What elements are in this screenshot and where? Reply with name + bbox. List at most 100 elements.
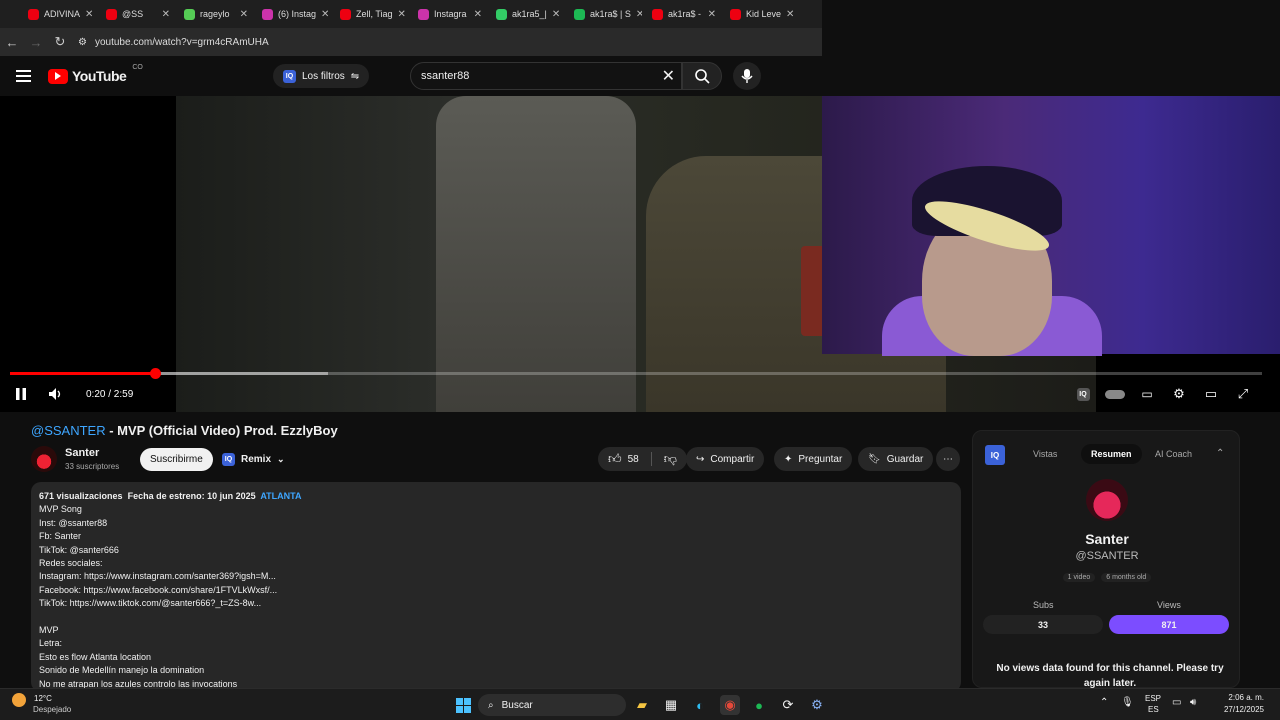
browser-tab[interactable]: ADIVINA ✕ bbox=[24, 3, 96, 25]
weather-icon bbox=[12, 693, 26, 707]
hashtag-link[interactable]: ATLANTA bbox=[260, 491, 301, 501]
forward-icon[interactable]: → bbox=[24, 35, 48, 50]
tab-title: ak1ra$ | S bbox=[590, 9, 631, 19]
browser-tab[interactable]: (6) Instag ✕ bbox=[258, 3, 330, 25]
time-display: 0:20 / 2:59 bbox=[86, 388, 134, 400]
clear-search-icon[interactable]: ✕ bbox=[662, 66, 675, 86]
microphone-icon bbox=[741, 69, 753, 83]
like-button[interactable]: 👍︎ 58 bbox=[608, 451, 639, 467]
youtube-header: YouTube CO IQ Los filtros ⇋ ssanter88 ✕ bbox=[0, 56, 822, 96]
chrome-icon[interactable]: ◉ bbox=[720, 695, 740, 715]
iq-player-button[interactable]: IQ bbox=[1074, 382, 1092, 406]
close-tab-icon[interactable]: ✕ bbox=[786, 9, 794, 20]
start-button[interactable] bbox=[453, 695, 473, 715]
site-info-icon[interactable]: ⚙ bbox=[78, 37, 87, 48]
iq-extension-icon: IQ bbox=[283, 69, 296, 83]
subtitles-button[interactable]: ▭ bbox=[1138, 382, 1156, 406]
more-icon: ⋯ bbox=[943, 453, 953, 465]
store-icon[interactable]: ▦ bbox=[661, 695, 681, 715]
fullscreen-button[interactable]: ⤢ bbox=[1234, 382, 1252, 406]
microphone-icon[interactable]: 🎙︎ bbox=[1121, 697, 1134, 708]
description-line: MVP bbox=[39, 625, 59, 636]
more-actions-button[interactable]: ⋯ bbox=[936, 447, 960, 471]
description-box[interactable]: 671 visualizaciones Fecha de estreno: 10… bbox=[31, 482, 961, 692]
save-button[interactable]: 🔖︎ Guardar bbox=[858, 447, 934, 471]
search-button[interactable] bbox=[682, 62, 722, 90]
autoplay-toggle[interactable] bbox=[1104, 382, 1126, 406]
settings-button[interactable]: ⚙ bbox=[1170, 382, 1188, 406]
search-input[interactable]: ssanter88 ✕ bbox=[410, 62, 682, 90]
tab-favicon-icon bbox=[418, 8, 429, 20]
network-icon[interactable]: ▭ bbox=[1172, 697, 1181, 708]
browser-tab[interactable]: Kid Leve ✕ bbox=[726, 3, 798, 25]
share-button[interactable]: ↪ Compartir bbox=[686, 447, 765, 471]
iq-icon: IQ bbox=[222, 453, 235, 466]
player-controls: 0:20 / 2:59 IQ ▭ ⚙ ▭ ⤢ bbox=[0, 382, 1280, 406]
language-code[interactable]: ESP bbox=[1145, 694, 1161, 703]
spotify-icon[interactable]: ● bbox=[749, 695, 769, 715]
tab-vistas[interactable]: Vistas bbox=[1023, 444, 1067, 464]
close-tab-icon[interactable]: ✕ bbox=[398, 9, 406, 20]
channel-name[interactable]: Santer bbox=[65, 447, 99, 459]
thumbs-down-icon[interactable]: 👎︎ bbox=[664, 451, 677, 467]
taskbar-search[interactable]: ⌕ Buscar bbox=[478, 694, 626, 716]
voice-search-button[interactable] bbox=[733, 62, 761, 90]
like-dislike-group: 👍︎ 58 👎︎ bbox=[598, 447, 687, 471]
pause-icon bbox=[16, 388, 26, 400]
search-icon bbox=[695, 69, 710, 84]
browser-tab[interactable]: ak1ra$ | S ✕ bbox=[570, 3, 642, 25]
edge-icon[interactable]: ◐ bbox=[690, 695, 710, 715]
tab-resumen[interactable]: Resumen bbox=[1081, 444, 1142, 464]
browser-tab[interactable]: ak1ra5_| ✕ bbox=[492, 3, 564, 25]
tab-ai-coach[interactable]: AI Coach bbox=[1145, 444, 1202, 464]
close-tab-icon[interactable]: ✕ bbox=[474, 9, 482, 20]
app-icon[interactable]: ⟳ bbox=[778, 695, 798, 715]
browser-tab[interactable]: rageylo ✕ bbox=[180, 3, 252, 25]
views-label: Views bbox=[1157, 600, 1181, 610]
keyboard-layout[interactable]: ES bbox=[1148, 705, 1159, 714]
file-explorer-icon[interactable]: ▰ bbox=[632, 695, 652, 715]
browser-tab[interactable]: @SS ✕ bbox=[102, 3, 174, 25]
subs-value: 33 bbox=[983, 615, 1103, 634]
clock-time[interactable]: 2:06 a. m. bbox=[1214, 693, 1264, 702]
remix-button[interactable]: IQ Remix ⌄ bbox=[222, 448, 285, 471]
close-tab-icon[interactable]: ✕ bbox=[552, 9, 560, 20]
close-tab-icon[interactable]: ✕ bbox=[708, 9, 716, 20]
description-line: Facebook: https://www.facebook.com/share… bbox=[39, 584, 278, 595]
browser-tab[interactable]: Zell, Tiag ✕ bbox=[336, 3, 408, 25]
progress-bar[interactable] bbox=[10, 368, 1262, 379]
collapse-icon[interactable]: ⌃ bbox=[1216, 448, 1224, 459]
video-player[interactable] bbox=[0, 96, 1280, 412]
subscribe-button[interactable]: Suscribirme bbox=[140, 448, 213, 471]
settings-app-icon[interactable]: ⚙ bbox=[807, 695, 827, 715]
chevron-up-icon[interactable]: ⌃ bbox=[1100, 697, 1108, 708]
close-tab-icon[interactable]: ✕ bbox=[162, 9, 170, 20]
address-bar[interactable]: ⚙ youtube.com/watch?v=grm4cRAmUHA bbox=[78, 31, 798, 53]
youtube-logo[interactable]: YouTube CO bbox=[48, 64, 143, 84]
country-code: CO bbox=[132, 64, 143, 71]
volume-icon[interactable]: 🔊︎ bbox=[1190, 697, 1196, 708]
menu-icon[interactable] bbox=[16, 70, 31, 82]
browser-tab[interactable]: Instagra ✕ bbox=[414, 3, 486, 25]
clock-date[interactable]: 27/12/2025 bbox=[1206, 705, 1264, 714]
filters-button[interactable]: IQ Los filtros ⇋ bbox=[273, 64, 370, 88]
reload-icon[interactable]: ↻ bbox=[48, 34, 72, 50]
close-tab-icon[interactable]: ✕ bbox=[321, 9, 329, 20]
channel-avatar[interactable] bbox=[31, 446, 57, 472]
volume-button[interactable] bbox=[44, 382, 66, 406]
description-line bbox=[39, 611, 953, 624]
weather-temp: 12°C bbox=[34, 694, 52, 703]
title-hashtag-link[interactable]: @SSANTER bbox=[31, 423, 106, 438]
back-icon[interactable]: ← bbox=[0, 35, 24, 50]
description-line: TikTok: https://www.tiktok.com/@santer66… bbox=[39, 598, 262, 609]
tab-title: ADIVINA bbox=[44, 9, 81, 19]
pause-button[interactable] bbox=[10, 382, 32, 406]
close-tab-icon[interactable]: ✕ bbox=[85, 9, 93, 20]
close-tab-icon[interactable]: ✕ bbox=[636, 9, 642, 20]
description-line: Esto es flow Atlanta location bbox=[39, 651, 152, 662]
tab-favicon-icon bbox=[28, 8, 39, 20]
theater-mode-button[interactable]: ▭ bbox=[1202, 382, 1220, 406]
close-tab-icon[interactable]: ✕ bbox=[240, 9, 248, 20]
browser-tab[interactable]: ak1ra$ - ✕ bbox=[648, 3, 720, 25]
ask-button[interactable]: ✦ Preguntar bbox=[774, 447, 853, 471]
